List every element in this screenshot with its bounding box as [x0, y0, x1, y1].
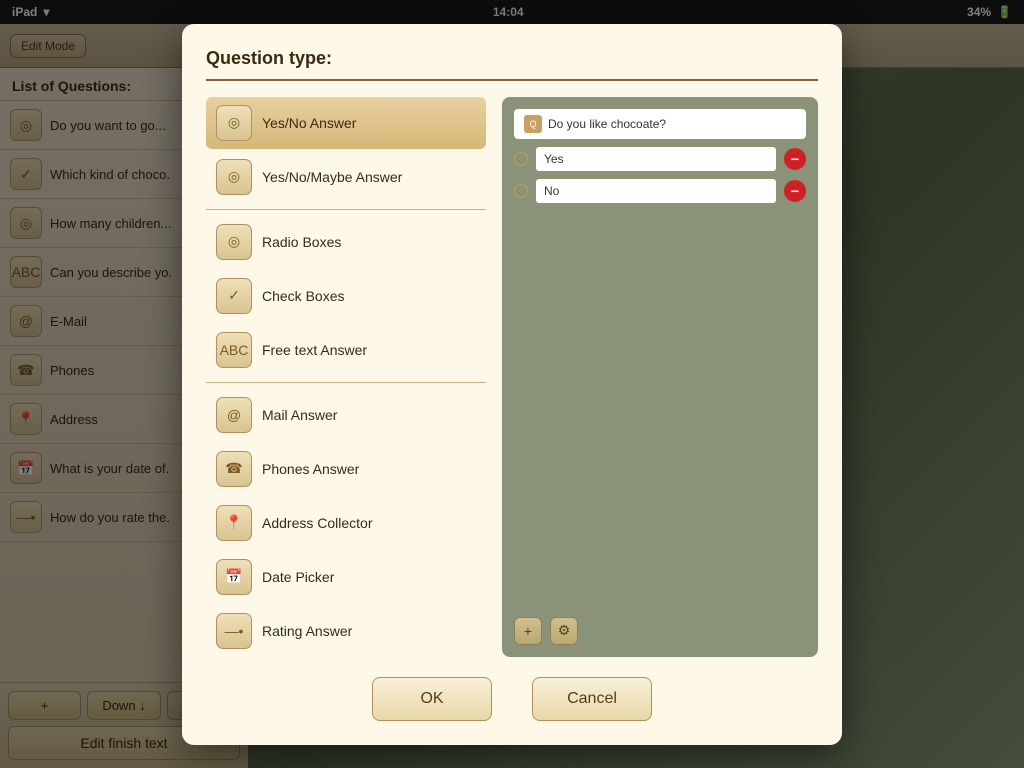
dialog-body: ◎ Yes/No Answer ◎ Yes/No/Maybe Answer ◎ … [206, 97, 818, 657]
type-label: Phones Answer [262, 461, 359, 477]
type-item-address[interactable]: 📍 Address Collector [206, 497, 486, 549]
type-label: Address Collector [262, 515, 373, 531]
type-item-rating[interactable]: —• Rating Answer [206, 605, 486, 657]
dialog-buttons: OK Cancel [206, 677, 818, 721]
preview-answer-no: No − [514, 179, 806, 203]
preview-bottom-toolbar: + ⚙ [514, 617, 806, 645]
preview-panel: Q Do you like chocoate? Yes − No − + ⚙ [502, 97, 818, 657]
type-divider [206, 382, 486, 383]
type-icon: ◎ [216, 105, 252, 141]
dialog-overlay: Question type: ◎ Yes/No Answer ◎ Yes/No/… [0, 0, 1024, 768]
type-label: Yes/No/Maybe Answer [262, 169, 402, 185]
preview-answer-yes-bar: Yes [536, 147, 776, 171]
type-item-mail[interactable]: @ Mail Answer [206, 389, 486, 441]
preview-radio-no [514, 184, 528, 198]
question-types-list: ◎ Yes/No Answer ◎ Yes/No/Maybe Answer ◎ … [206, 97, 486, 657]
preview-question-bar: Q Do you like chocoate? [514, 109, 806, 139]
type-item-date[interactable]: 📅 Date Picker [206, 551, 486, 603]
cancel-button[interactable]: Cancel [532, 677, 652, 721]
preview-add-button[interactable]: + [514, 617, 542, 645]
type-item-checkbox[interactable]: ✓ Check Boxes [206, 270, 486, 322]
type-item-radio[interactable]: ◎ Radio Boxes [206, 216, 486, 268]
type-item-phones[interactable]: ☎ Phones Answer [206, 443, 486, 495]
preview-answer-yes: Yes − [514, 147, 806, 171]
type-label: Free text Answer [262, 342, 367, 358]
type-item-freetext[interactable]: ABC Free text Answer [206, 324, 486, 376]
type-label: Rating Answer [262, 623, 352, 639]
type-icon: @ [216, 397, 252, 433]
type-label: Mail Answer [262, 407, 337, 423]
preview-settings-button[interactable]: ⚙ [550, 617, 578, 645]
type-divider [206, 209, 486, 210]
preview-answer-no-bar: No [536, 179, 776, 203]
type-icon: ◎ [216, 159, 252, 195]
type-icon: ✓ [216, 278, 252, 314]
type-icon: 📅 [216, 559, 252, 595]
type-item-yes_no[interactable]: ◎ Yes/No Answer [206, 97, 486, 149]
preview-delete-no[interactable]: − [784, 180, 806, 202]
preview-delete-yes[interactable]: − [784, 148, 806, 170]
type-item-yes_no_maybe[interactable]: ◎ Yes/No/Maybe Answer [206, 151, 486, 203]
ok-button[interactable]: OK [372, 677, 492, 721]
type-label: Yes/No Answer [262, 115, 356, 131]
preview-radio-yes [514, 152, 528, 166]
type-label: Radio Boxes [262, 234, 341, 250]
preview-question-text: Do you like chocoate? [548, 117, 666, 131]
type-icon: 📍 [216, 505, 252, 541]
type-icon: ◎ [216, 224, 252, 260]
type-label: Date Picker [262, 569, 334, 585]
dialog-title: Question type: [206, 48, 818, 81]
type-icon: —• [216, 613, 252, 649]
type-icon: ABC [216, 332, 252, 368]
type-label: Check Boxes [262, 288, 344, 304]
type-icon: ☎ [216, 451, 252, 487]
question-type-dialog: Question type: ◎ Yes/No Answer ◎ Yes/No/… [182, 24, 842, 745]
preview-q-icon: Q [524, 115, 542, 133]
